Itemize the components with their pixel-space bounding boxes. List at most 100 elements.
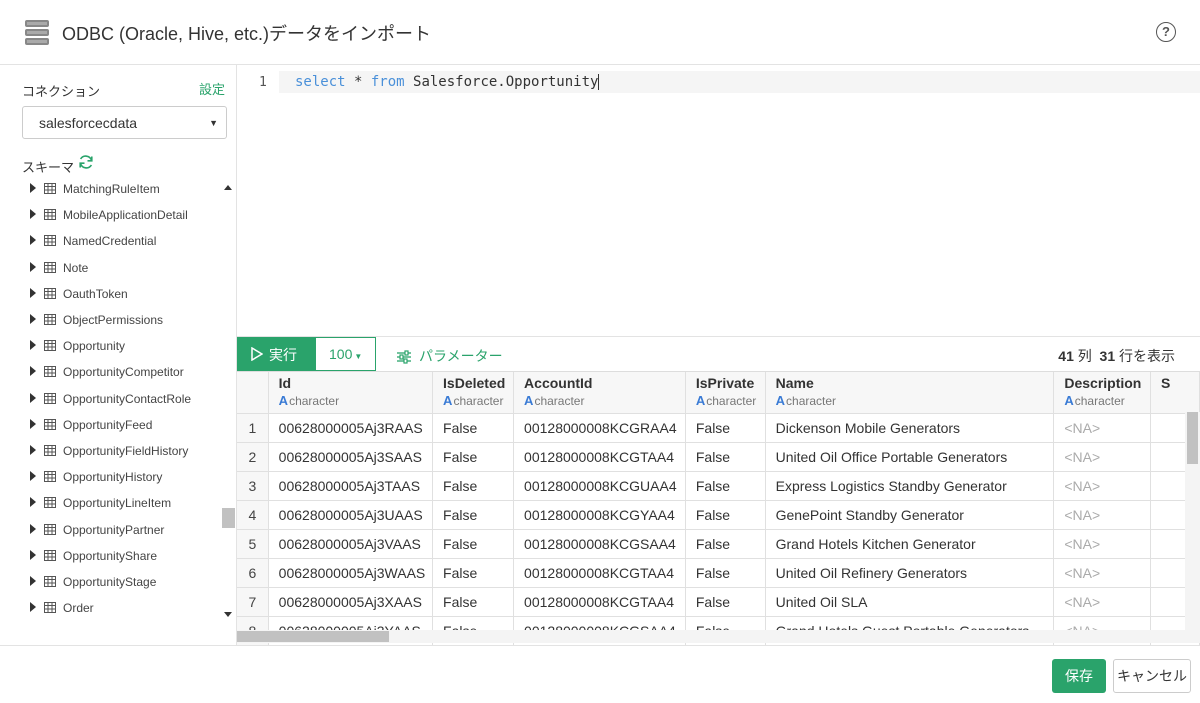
table-cell[interactable]: <NA> <box>1053 471 1151 501</box>
schema-tree-item[interactable]: Opportunity <box>0 334 222 360</box>
scroll-down-arrow-icon[interactable] <box>224 612 232 617</box>
grid-vertical-scroll-thumb[interactable] <box>1187 412 1198 464</box>
table-cell[interactable]: 00628000005Aj3RAAS <box>268 413 434 443</box>
table-cell[interactable]: United Oil SLA <box>765 587 1055 617</box>
table-cell[interactable]: 00128000008KCGSAA4 <box>513 529 686 559</box>
table-cell[interactable]: False <box>685 500 766 530</box>
caret-right-icon[interactable] <box>30 549 36 560</box>
table-cell[interactable]: <NA> <box>1053 442 1151 472</box>
table-cell[interactable]: 00628000005Aj3TAAS <box>268 471 434 501</box>
caret-right-icon[interactable] <box>30 183 36 193</box>
caret-right-icon[interactable] <box>30 235 36 246</box>
schema-tree-item[interactable]: OpportunityFeed <box>0 413 222 439</box>
table-cell[interactable]: False <box>685 413 766 443</box>
question-circle-icon[interactable]: ? <box>1156 22 1176 42</box>
schema-tree-item[interactable]: OpportunityStage <box>0 570 222 596</box>
schema-tree-item[interactable]: NamedCredential <box>0 229 222 255</box>
code-line[interactable]: select * from Salesforce.Opportunity <box>279 71 1200 93</box>
schema-tree-scrollbar[interactable] <box>221 181 236 621</box>
schema-tree-item[interactable]: OpportunityFieldHistory <box>0 439 222 465</box>
table-row[interactable]: 4 00628000005Aj3UAAS False 00128000008KCGYA… <box>237 500 1200 530</box>
table-cell[interactable]: False <box>432 413 515 443</box>
table-cell[interactable]: 00128000008KCGRAA4 <box>513 413 686 443</box>
run-button[interactable]: 実行 <box>237 337 315 371</box>
table-cell[interactable]: Dickenson Mobile Generators <box>765 413 1055 443</box>
column-header[interactable]: IsDeleted Acharacter <box>432 372 515 414</box>
sql-editor[interactable]: 1 select * from Salesforce.Opportunity <box>237 65 1200 337</box>
column-header[interactable]: Id Acharacter <box>268 372 434 414</box>
schema-tree-item[interactable]: OpportunityShare <box>0 544 222 570</box>
table-cell[interactable]: 00628000005Aj3VAAS <box>268 529 434 559</box>
table-cell[interactable]: 00128000008KCGTAA4 <box>513 442 686 472</box>
schema-tree-item[interactable]: Note <box>0 256 222 282</box>
column-header[interactable]: S <box>1150 372 1200 414</box>
table-cell[interactable]: False <box>685 529 766 559</box>
table-cell[interactable]: 00128000008KCGUAA4 <box>513 471 686 501</box>
cancel-button[interactable]: キャンセル <box>1113 659 1191 693</box>
connection-settings-link[interactable]: 設定 <box>199 79 225 98</box>
caret-right-icon[interactable] <box>30 261 36 272</box>
connection-select[interactable]: salesforcecdata ▼ <box>22 106 227 139</box>
table-cell[interactable]: False <box>685 558 766 588</box>
save-button[interactable]: 保存 <box>1052 659 1106 693</box>
caret-right-icon[interactable] <box>30 209 36 220</box>
table-cell[interactable]: 00628000005Aj3WAAS <box>268 558 434 588</box>
table-row[interactable]: 2 00628000005Aj3SAAS False 00128000008KCGTA… <box>237 442 1200 472</box>
table-cell[interactable]: False <box>432 471 515 501</box>
scroll-thumb[interactable] <box>222 508 235 528</box>
table-cell[interactable]: False <box>432 529 515 559</box>
table-cell[interactable]: 00128000008KCGTAA4 <box>513 558 686 588</box>
schema-tree-item[interactable]: ObjectPermissions <box>0 308 222 334</box>
table-cell[interactable]: 00128000008KCGYAA4 <box>513 500 686 530</box>
table-cell[interactable]: Grand Hotels Kitchen Generator <box>765 529 1055 559</box>
schema-tree-item[interactable]: OpportunityLineItem <box>0 491 222 517</box>
grid-horizontal-scroll-thumb[interactable] <box>237 631 389 642</box>
table-cell[interactable]: False <box>685 587 766 617</box>
schema-tree-item[interactable]: MatchingRuleItem <box>0 177 222 203</box>
table-cell[interactable]: <NA> <box>1053 413 1151 443</box>
schema-tree-item[interactable]: OpportunityCompetitor <box>0 360 222 386</box>
scroll-up-arrow-icon[interactable] <box>224 185 232 190</box>
grid-horizontal-scrollbar[interactable] <box>237 630 1200 643</box>
row-limit-dropdown[interactable]: 100 ▼ <box>315 337 376 371</box>
table-row[interactable]: 7 00628000005Aj3XAAS False 00128000008KCGTA… <box>237 587 1200 617</box>
table-row[interactable]: 6 00628000005Aj3WAAS False 00128000008KCGTA… <box>237 558 1200 588</box>
caret-right-icon[interactable] <box>30 418 36 429</box>
parameters-button[interactable]: パラメーター <box>397 346 503 366</box>
caret-right-icon[interactable] <box>30 314 36 324</box>
grid-vertical-scrollbar[interactable] <box>1185 412 1200 630</box>
table-cell[interactable]: <NA> <box>1053 529 1151 559</box>
schema-tree-item[interactable]: Order <box>0 596 222 619</box>
caret-right-icon[interactable] <box>30 340 36 351</box>
table-cell[interactable]: <NA> <box>1053 587 1151 617</box>
refresh-icon[interactable] <box>78 154 94 170</box>
table-cell[interactable]: 00628000005Aj3UAAS <box>268 500 434 530</box>
table-cell[interactable]: GenePoint Standby Generator <box>765 500 1055 530</box>
table-cell[interactable]: False <box>432 587 515 617</box>
table-cell[interactable]: False <box>432 442 515 472</box>
caret-right-icon[interactable] <box>30 602 36 613</box>
caret-right-icon[interactable] <box>30 576 36 586</box>
table-row[interactable]: 5 00628000005Aj3VAAS False 00128000008KCGSA… <box>237 529 1200 559</box>
table-row[interactable]: 1 00628000005Aj3RAAS False 00128000008KCGRA… <box>237 413 1200 443</box>
table-cell[interactable]: United Oil Office Portable Generators <box>765 442 1055 472</box>
table-cell[interactable]: Express Logistics Standby Generator <box>765 471 1055 501</box>
table-cell[interactable]: 00628000005Aj3XAAS <box>268 587 434 617</box>
caret-right-icon[interactable] <box>30 392 36 403</box>
table-cell[interactable]: 00628000005Aj3SAAS <box>268 442 434 472</box>
column-header[interactable]: Name Acharacter <box>765 372 1055 414</box>
caret-right-icon[interactable] <box>30 287 36 298</box>
caret-right-icon[interactable] <box>30 497 36 508</box>
column-header[interactable]: IsPrivate Acharacter <box>685 372 766 414</box>
schema-tree-item[interactable]: OpportunityContactRole <box>0 387 222 413</box>
table-cell[interactable]: False <box>685 471 766 501</box>
table-cell[interactable]: False <box>685 442 766 472</box>
schema-tree-item[interactable]: OauthToken <box>0 282 222 308</box>
table-cell[interactable]: United Oil Refinery Generators <box>765 558 1055 588</box>
schema-tree-item[interactable]: OpportunityPartner <box>0 518 222 544</box>
caret-right-icon[interactable] <box>30 471 36 482</box>
caret-right-icon[interactable] <box>30 523 36 534</box>
table-cell[interactable]: False <box>432 500 515 530</box>
table-cell[interactable]: False <box>432 558 515 588</box>
table-row[interactable]: 3 00628000005Aj3TAAS False 00128000008KCGUA… <box>237 471 1200 501</box>
